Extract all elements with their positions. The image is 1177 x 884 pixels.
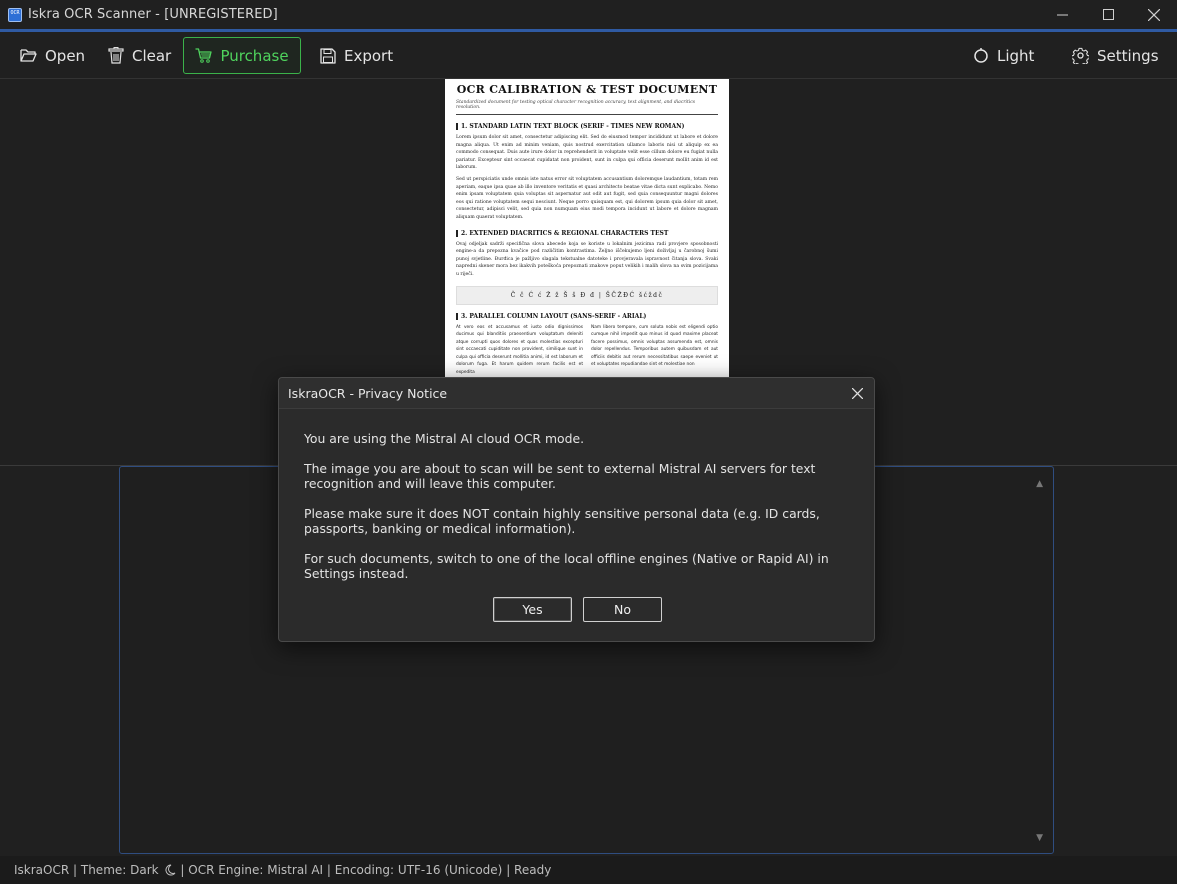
maximize-icon: [1102, 9, 1114, 20]
open-label: Open: [45, 46, 86, 65]
theme-label: Light: [997, 46, 1035, 65]
purchase-label: Purchase: [220, 46, 289, 65]
clear-button[interactable]: Clear: [108, 37, 171, 74]
theme-toggle-button[interactable]: Light: [973, 37, 1034, 74]
scroll-down-arrow-icon[interactable]: ▼: [1036, 833, 1043, 843]
doc-section-heading: 3. PARALLEL COLUMN LAYOUT (SANS-SERIF - …: [456, 312, 718, 320]
doc-diacritics-box: Č č Ć ć Ž ž Š š Đ đ | ŠČŽĐĆ šćždč: [456, 285, 718, 305]
dialog-close-button[interactable]: [848, 384, 866, 402]
status-separator: |: [69, 863, 81, 877]
theme-circle-icon: [974, 47, 988, 63]
yes-button[interactable]: Yes: [493, 597, 572, 622]
no-button[interactable]: No: [583, 597, 662, 622]
status-separator: |: [176, 863, 189, 877]
purchase-button[interactable]: Purchase: [183, 37, 301, 74]
dialog-message: For such documents, switch to one of the…: [304, 551, 829, 581]
folder-open-icon: [20, 49, 37, 62]
doc-paragraph: Sed ut perspiciatis unde omnis iste natu…: [456, 176, 718, 220]
dialog-body: You are using the Mistral AI cloud OCR m…: [279, 409, 874, 581]
save-icon: [320, 47, 336, 64]
trash-icon: [108, 47, 124, 64]
doc-section-heading: 1. STANDARD LATIN TEXT BLOCK (SERIF - TI…: [456, 123, 718, 130]
window-title: Iskra OCR Scanner - [UNREGISTERED]: [28, 7, 278, 22]
status-encoding: Encoding: UTF-16 (Unicode): [334, 863, 503, 877]
status-state: Ready: [514, 863, 552, 877]
scroll-up-arrow-icon[interactable]: ▲: [1036, 479, 1043, 489]
minimize-button[interactable]: [1039, 0, 1085, 29]
status-separator: |: [323, 863, 335, 877]
toolbar: Open Clear Purchase Export Light Setting…: [0, 32, 1177, 79]
status-engine: OCR Engine: Mistral AI: [188, 863, 324, 877]
window-controls: [1039, 0, 1177, 29]
dialog-message: The image you are about to scan will be …: [304, 461, 816, 491]
doc-column-left: At vero eos et accusamus et iusto odio d…: [456, 324, 583, 376]
dialog-buttons: Yes No: [279, 597, 876, 622]
doc-column-right: Nam libero tempore, cum soluta nobis est…: [591, 324, 718, 368]
status-theme: Theme: Dark: [80, 863, 159, 877]
doc-paragraph: Lorem ipsum dolor sit amet, consectetur …: [456, 135, 718, 171]
dialog-message: Please make sure it does NOT contain hig…: [304, 506, 820, 536]
export-label: Export: [344, 46, 394, 65]
settings-label: Settings: [1097, 46, 1159, 65]
document-preview: OCR CALIBRATION & TEST DOCUMENT Standard…: [445, 79, 729, 379]
close-window-button[interactable]: [1131, 0, 1177, 29]
moon-icon: [165, 864, 176, 876]
dialog-message: You are using the Mistral AI cloud OCR m…: [304, 431, 585, 446]
close-icon: [1148, 8, 1160, 21]
minimize-icon: [1056, 14, 1068, 16]
doc-subtitle: Standardized document for testing optica…: [456, 100, 718, 115]
export-button[interactable]: Export: [320, 37, 393, 74]
doc-paragraph: Ovaj odjeljak sadrži specifična slova ab…: [456, 241, 718, 277]
status-separator: |: [502, 863, 515, 877]
close-icon: [851, 387, 863, 399]
cart-icon: [195, 48, 213, 63]
settings-button[interactable]: Settings: [1072, 37, 1159, 74]
status-app-name: IskraOCR: [14, 863, 70, 877]
clear-label: Clear: [132, 46, 172, 65]
dialog-title: IskraOCR - Privacy Notice: [288, 385, 448, 401]
doc-title: OCR CALIBRATION & TEST DOCUMENT: [456, 83, 718, 96]
doc-section-heading: 2. EXTENDED DIACRITICS & REGIONAL CHARAC…: [456, 229, 718, 237]
dialog-title-bar: IskraOCR - Privacy Notice: [279, 378, 874, 409]
open-button[interactable]: Open: [20, 37, 85, 74]
status-bar: IskraOCR | Theme: Dark | OCR Engine: Mis…: [0, 856, 1177, 884]
app-logo-icon: OCR: [8, 7, 22, 22]
doc-columns: At vero eos et accusamus et iusto odio d…: [456, 324, 718, 377]
gear-icon: [1072, 47, 1089, 64]
title-bar: OCR Iskra OCR Scanner - [UNREGISTERED]: [0, 0, 1177, 29]
privacy-notice-dialog: IskraOCR - Privacy Notice You are using …: [278, 377, 875, 642]
maximize-button[interactable]: [1085, 0, 1131, 29]
